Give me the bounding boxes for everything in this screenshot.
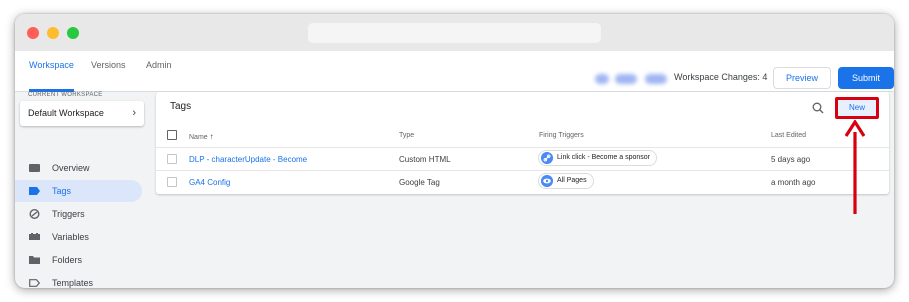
close-window-button[interactable] [27,27,39,39]
workspace-changes-count[interactable]: Workspace Changes: 4 [674,72,767,82]
sidebar-item-triggers[interactable]: Triggers [15,203,142,225]
last-edited: a month ago [771,178,816,187]
row-checkbox[interactable] [167,177,177,187]
trigger-chip[interactable]: All Pages [538,173,594,189]
title-bar [15,14,894,51]
tag-name-link[interactable]: GA4 Config [189,178,230,187]
column-header-name[interactable]: Name ↑ [189,132,214,141]
chevron-right-icon: › [132,107,136,119]
tab-workspace[interactable]: Workspace [29,51,74,92]
redacted-avatar [595,74,609,84]
sidebar-item-label: Templates [52,278,94,288]
sidebar-item-variables[interactable]: Variables [15,226,142,248]
tags-card-title: Tags [170,101,192,112]
sidebar-item-label: Variables [52,232,89,242]
tag-type: Custom HTML [399,155,451,164]
trigger-chip-label: All Pages [557,177,587,184]
column-header-last-edited[interactable]: Last Edited [771,132,806,139]
address-bar[interactable] [308,23,601,43]
tag-icon [29,187,40,195]
column-header-type[interactable]: Type [399,132,414,139]
tab-admin[interactable]: Admin [146,51,172,92]
select-all-checkbox[interactable] [167,130,177,140]
divider [156,170,889,171]
sidebar-item-label: Folders [52,255,83,265]
eye-icon [541,175,553,187]
sidebar-item-label: Tags [52,186,72,196]
folder-icon [29,256,40,264]
row-checkbox[interactable] [167,154,177,164]
overview-icon [29,164,40,172]
sidebar-item-overview[interactable]: Overview [15,157,142,179]
sidebar-item-tags[interactable]: Tags [15,180,142,202]
link-icon [541,152,553,164]
submit-button[interactable]: Submit [838,67,894,89]
redacted-avatar [645,74,667,84]
sidebar-item-folders[interactable]: Folders [15,249,142,271]
template-icon [29,279,40,287]
tab-versions[interactable]: Versions [91,51,126,92]
workspace-selector[interactable]: Default Workspace › [20,101,144,126]
browser-window: Workspace Versions Admin Workspace Chang… [15,14,894,288]
sidebar: CURRENT WORKSPACE Default Workspace › Ov… [15,92,150,288]
search-icon[interactable] [812,102,824,114]
current-workspace-label: CURRENT WORKSPACE [28,92,103,98]
workspace-name: Default Workspace [28,108,104,118]
trigger-chip-label: Link click - Become a sponsor [557,154,650,161]
maximize-window-button[interactable] [67,27,79,39]
sidebar-item-label: Overview [52,163,90,173]
trigger-chip[interactable]: Link click - Become a sponsor [538,150,657,166]
sort-ascending-icon: ↑ [209,132,214,141]
column-header-firing-triggers[interactable]: Firing Triggers [539,132,584,139]
variables-icon [29,233,40,240]
sidebar-item-label: Triggers [52,209,85,219]
tag-type: Google Tag [399,178,440,187]
trigger-icon [29,209,40,219]
top-navigation: Workspace Versions Admin Workspace Chang… [15,51,894,92]
last-edited: 5 days ago [771,155,811,164]
preview-button[interactable]: Preview [773,67,831,89]
sidebar-item-templates[interactable]: Templates [15,272,142,288]
redacted-avatar [615,74,637,84]
tag-name-link[interactable]: DLP - characterUpdate - Become [189,155,307,164]
annotation-arrow [844,120,866,214]
tags-card: Tags New Name ↑ Type Firing Triggers Las… [156,92,889,194]
divider [156,147,889,148]
new-tag-button[interactable]: New [835,97,879,119]
minimize-window-button[interactable] [47,27,59,39]
